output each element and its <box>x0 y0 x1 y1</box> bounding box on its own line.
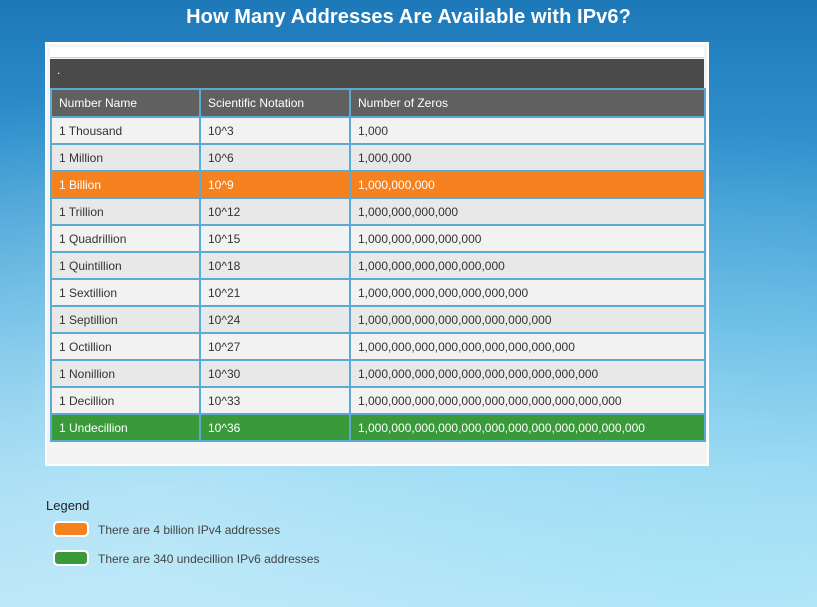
cell-scientific-notation: 10^15 <box>199 224 351 253</box>
table-caption: . <box>57 63 61 77</box>
cell-number-name: 1 Quintillion <box>50 251 201 280</box>
cell-number-of-zeros: 1,000,000,000,000,000,000,000,000,000,00… <box>349 413 706 442</box>
panel-top-strip <box>50 47 704 58</box>
cell-number-of-zeros: 1,000,000,000,000,000,000,000,000,000,00… <box>349 386 706 415</box>
cell-scientific-notation: 10^6 <box>199 143 351 172</box>
cell-number-name: 1 Quadrillion <box>50 224 201 253</box>
cell-number-of-zeros: 1,000 <box>349 116 706 145</box>
table-row: 1 Quintillion 10^18 1,000,000,000,000,00… <box>50 251 706 280</box>
legend-text-ipv6: There are 340 undecillion IPv6 addresses <box>98 552 320 566</box>
cell-number-of-zeros: 1,000,000,000,000,000,000,000,000,000,00… <box>349 359 706 388</box>
addresses-table-panel: . Number Name Scientific Notation Number… <box>45 42 709 466</box>
cell-scientific-notation: 10^27 <box>199 332 351 361</box>
page-title: How Many Addresses Are Available with IP… <box>186 6 631 28</box>
legend-swatch-green <box>53 550 89 566</box>
table-row: 1 Octillion 10^27 1,000,000,000,000,000,… <box>50 332 706 361</box>
cell-scientific-notation: 10^33 <box>199 386 351 415</box>
table-row: 1 Thousand 10^3 1,000 <box>50 116 706 145</box>
cell-number-name: 1 Thousand <box>50 116 201 145</box>
cell-number-name: 1 Octillion <box>50 332 201 361</box>
cell-scientific-notation: 10^30 <box>199 359 351 388</box>
cell-number-name: 1 Trillion <box>50 197 201 226</box>
table-row: 1 Sextillion 10^21 1,000,000,000,000,000… <box>50 278 706 307</box>
cell-number-name: 1 Septillion <box>50 305 201 334</box>
legend-title: Legend <box>46 498 90 513</box>
cell-number-of-zeros: 1,000,000,000,000,000,000,000,000,000 <box>349 332 706 361</box>
cell-number-of-zeros: 1,000,000,000,000 <box>349 197 706 226</box>
table-row: 1 Decillion 10^33 1,000,000,000,000,000,… <box>50 386 706 415</box>
table-row-highlighted-ipv6: 1 Undecillion 10^36 1,000,000,000,000,00… <box>50 413 706 442</box>
table-row: 1 Nonillion 10^30 1,000,000,000,000,000,… <box>50 359 706 388</box>
table-row: 1 Trillion 10^12 1,000,000,000,000 <box>50 197 706 226</box>
cell-scientific-notation: 10^3 <box>199 116 351 145</box>
cell-scientific-notation: 10^9 <box>199 170 351 199</box>
cell-number-name: 1 Sextillion <box>50 278 201 307</box>
table-row-highlighted-ipv4: 1 Billion 10^9 1,000,000,000 <box>50 170 706 199</box>
cell-number-of-zeros: 1,000,000,000,000,000,000,000,000 <box>349 305 706 334</box>
table-header-row: Number Name Scientific Notation Number o… <box>50 88 706 118</box>
table-row: 1 Million 10^6 1,000,000 <box>50 143 706 172</box>
cell-scientific-notation: 10^18 <box>199 251 351 280</box>
table-row: 1 Quadrillion 10^15 1,000,000,000,000,00… <box>50 224 706 253</box>
cell-scientific-notation: 10^24 <box>199 305 351 334</box>
header-scientific-notation: Scientific Notation <box>199 88 351 118</box>
cell-number-of-zeros: 1,000,000,000,000,000,000 <box>349 251 706 280</box>
cell-scientific-notation: 10^21 <box>199 278 351 307</box>
cell-number-name: 1 Decillion <box>50 386 201 415</box>
cell-number-of-zeros: 1,000,000 <box>349 143 706 172</box>
legend-text-ipv4: There are 4 billion IPv4 addresses <box>98 523 281 537</box>
cell-scientific-notation: 10^36 <box>199 413 351 442</box>
cell-scientific-notation: 10^12 <box>199 197 351 226</box>
cell-number-of-zeros: 1,000,000,000 <box>349 170 706 199</box>
legend-swatch-orange <box>53 521 89 537</box>
number-names-table: Number Name Scientific Notation Number o… <box>50 88 706 442</box>
cell-number-name: 1 Billion <box>50 170 201 199</box>
header-number-of-zeros: Number of Zeros <box>349 88 706 118</box>
cell-number-name: 1 Undecillion <box>50 413 201 442</box>
cell-number-name: 1 Nonillion <box>50 359 201 388</box>
cell-number-name: 1 Million <box>50 143 201 172</box>
cell-number-of-zeros: 1,000,000,000,000,000,000,000 <box>349 278 706 307</box>
header-number-name: Number Name <box>50 88 201 118</box>
table-caption-bar: . <box>50 59 704 88</box>
table-row: 1 Septillion 10^24 1,000,000,000,000,000… <box>50 305 706 334</box>
cell-number-of-zeros: 1,000,000,000,000,000 <box>349 224 706 253</box>
